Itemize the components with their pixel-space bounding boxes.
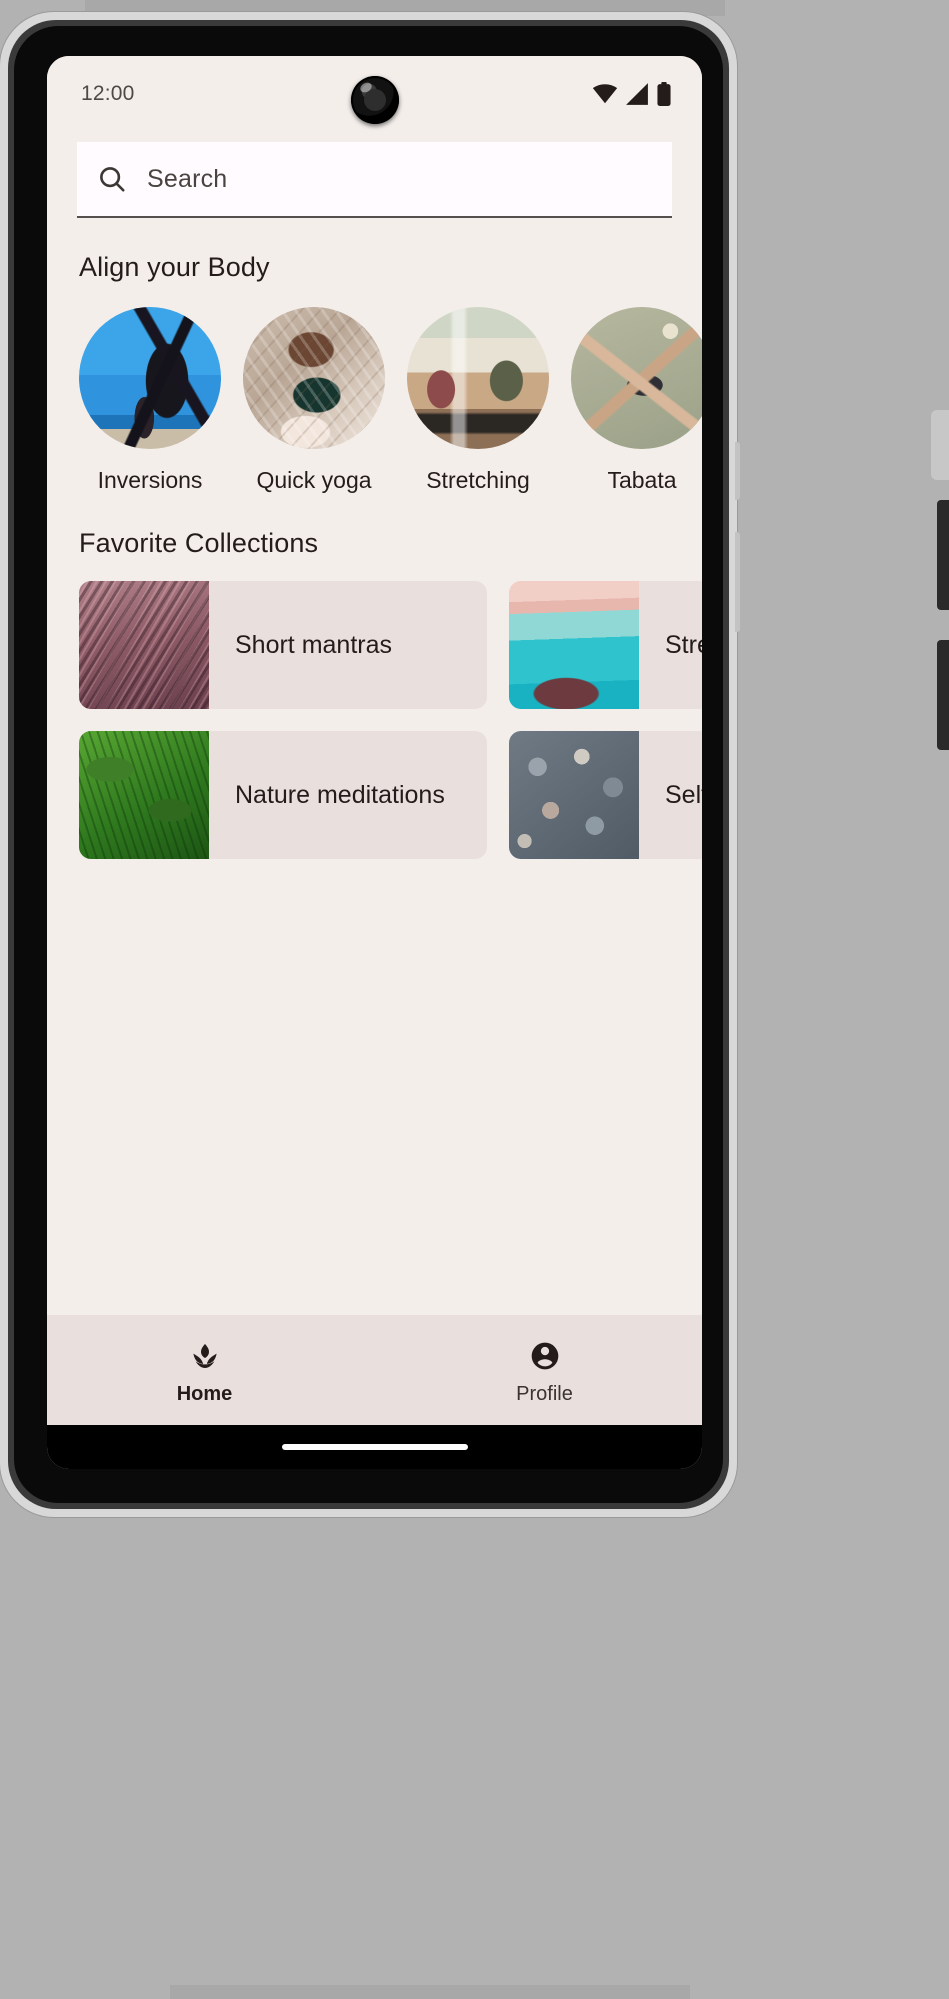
phone-screen: 12:00 Search Align your Body Inversions … <box>47 56 702 1469</box>
turquoise-aerial-beach-image <box>509 581 639 709</box>
device-midframe: 12:00 Search Align your Body Inversions … <box>8 20 729 1509</box>
cellular-signal-icon <box>625 83 649 105</box>
search-icon <box>97 164 127 194</box>
collection-card-stretching[interactable]: Stretching <box>509 581 702 709</box>
app-content: Search Align your Body Inversions Quick … <box>47 132 702 1345</box>
section-title-favorite-collections: Favorite Collections <box>79 528 319 558</box>
nav-item-label: Profile <box>516 1383 573 1405</box>
align-item-label: Quick yoga <box>256 467 372 493</box>
volume-button[interactable] <box>735 532 740 632</box>
favorite-collections-grid[interactable]: Short mantras Stretching Nature meditati… <box>47 559 702 859</box>
pink-ocean-water-image <box>79 581 209 709</box>
spa-lotus-icon <box>189 1340 221 1372</box>
search-field[interactable]: Search <box>77 142 672 218</box>
gesture-home-indicator[interactable] <box>281 1444 468 1450</box>
collection-card-label: Short mantras <box>235 630 393 659</box>
nav-item-profile[interactable]: Profile <box>455 1340 635 1406</box>
align-item-inversions[interactable]: Inversions <box>79 307 221 494</box>
backdrop-edge-tab-upper <box>931 410 949 480</box>
align-item-stretching[interactable]: Stretching <box>407 307 549 494</box>
nav-item-label: Home <box>176 1383 233 1405</box>
woman-seated-twist-outdoors-image <box>243 307 385 449</box>
wifi-icon <box>592 84 618 104</box>
collection-card-nature-meditations[interactable]: Nature meditations <box>79 731 487 859</box>
backdrop-edge-tab-middle <box>937 500 949 610</box>
align-item-label: Tabata <box>607 467 677 493</box>
device-bezel: 12:00 Search Align your Body Inversions … <box>14 26 723 1503</box>
collection-card-label: Stretching <box>665 630 702 659</box>
phone-device-frame: 12:00 Search Align your Body Inversions … <box>0 12 740 1517</box>
bottom-navigation-bar: Home Profile <box>47 1315 702 1425</box>
collection-card-label: Nature meditations <box>235 780 445 809</box>
backdrop-edge-tab-lower <box>937 640 949 750</box>
align-item-label: Inversions <box>97 467 203 493</box>
power-button[interactable] <box>735 442 740 500</box>
status-bar-clock: 12:00 <box>81 82 135 105</box>
account-circle-icon <box>529 1340 561 1372</box>
align-item-tabata[interactable]: Tabata <box>571 307 702 494</box>
align-item-label: Stretching <box>426 467 530 493</box>
search-input[interactable]: Search <box>147 165 227 194</box>
nav-item-home[interactable]: Home <box>115 1340 295 1406</box>
woman-handstand-on-beach-image <box>79 307 221 449</box>
battery-icon <box>656 82 672 106</box>
grey-pebbles-image <box>509 731 639 859</box>
align-item-quick-yoga[interactable]: Quick yoga <box>243 307 385 494</box>
front-camera-icon <box>350 76 399 124</box>
backdrop-strip-bottom <box>170 1985 690 1999</box>
section-title-align-your-body: Align your Body <box>79 252 270 282</box>
collection-card-self-massage[interactable]: Self-massage <box>509 731 702 859</box>
collection-card-label: Self-massage <box>665 780 702 809</box>
system-gesture-area <box>47 1425 702 1469</box>
align-your-body-carousel[interactable]: Inversions Quick yoga Stretching Tabata <box>47 283 702 494</box>
green-tropical-leaves-image <box>79 731 209 859</box>
man-side-plank-pose-image <box>571 307 702 449</box>
two-women-stretching-in-studio-image <box>407 307 549 449</box>
collection-card-short-mantras[interactable]: Short mantras <box>79 581 487 709</box>
status-bar-icon-group <box>592 82 672 106</box>
search-section: Search <box>47 132 702 218</box>
